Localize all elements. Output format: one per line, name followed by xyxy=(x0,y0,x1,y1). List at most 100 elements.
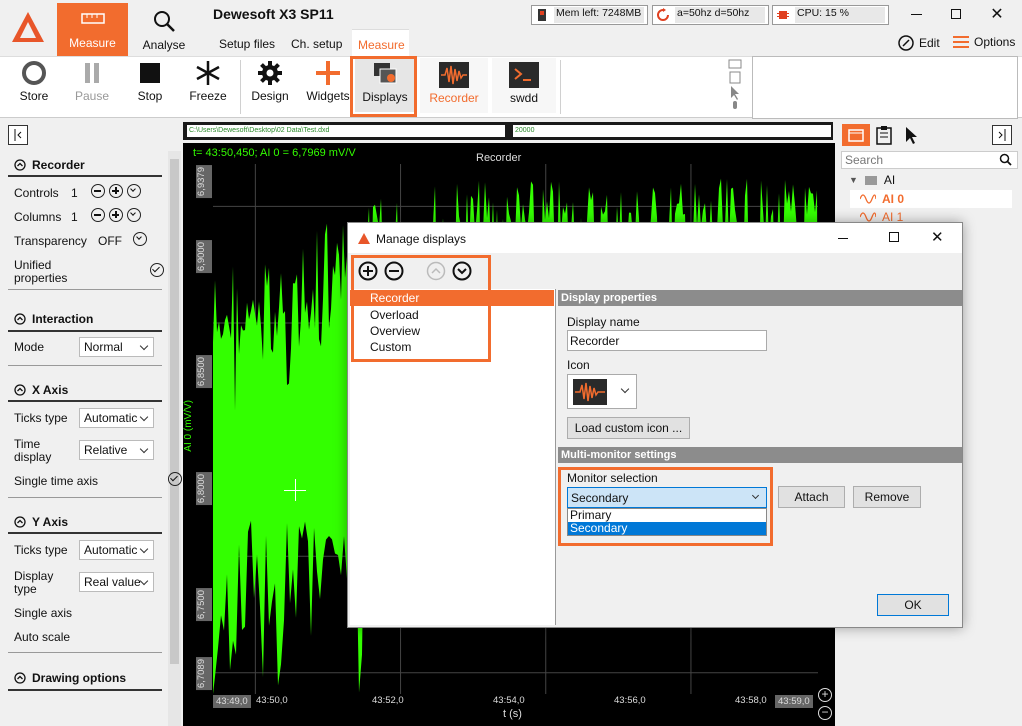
freeze-button[interactable]: Freeze xyxy=(184,60,232,103)
chart-x-label: t (s) xyxy=(503,708,522,720)
time-display-label-line2: display xyxy=(14,450,52,464)
ruler-icon xyxy=(80,13,105,24)
icon-label: Icon xyxy=(567,358,590,372)
display-type-select[interactable]: Real value xyxy=(79,572,154,592)
multi-monitor-header: Multi-monitor settings xyxy=(558,447,962,463)
transparency-label: Transparency xyxy=(14,234,87,248)
chevron-down-icon[interactable] xyxy=(127,184,141,198)
pause-button[interactable]: Pause xyxy=(68,60,116,103)
edit-button[interactable]: Edit xyxy=(898,35,940,51)
display-name-input[interactable]: Recorder xyxy=(567,330,767,351)
recorder-section-header[interactable]: Recorder xyxy=(14,158,85,172)
recorder-display-label: Recorder xyxy=(429,91,479,105)
transparency-dropdown-icon[interactable] xyxy=(133,232,147,246)
zoom-out-button[interactable]: − xyxy=(818,706,832,720)
plus-icon[interactable] xyxy=(109,184,123,198)
y-tick-label: 6,9379 xyxy=(196,165,212,199)
chevron-up-circle-icon xyxy=(14,159,26,171)
options-button[interactable]: Options xyxy=(953,35,1015,49)
attach-button[interactable]: Attach xyxy=(778,486,845,508)
freeze-label: Freeze xyxy=(189,89,227,103)
dialog-maximize-button[interactable] xyxy=(889,232,899,242)
cpu-status: CPU: 15 % xyxy=(772,5,889,25)
y-ticks-type-select[interactable]: Automatic xyxy=(79,540,154,560)
cursor-arrow-icon xyxy=(906,127,917,144)
group-folder-icon xyxy=(864,176,877,185)
panel-collapse-icon xyxy=(998,129,1006,141)
side-tool-icons xyxy=(727,58,743,114)
tab-setup-files[interactable]: Setup files xyxy=(219,37,275,51)
controls-stepper[interactable] xyxy=(91,184,141,198)
collapse-left-button[interactable] xyxy=(8,125,28,145)
input-tools-icon xyxy=(728,59,742,109)
y-tick-label: 6,8500 xyxy=(196,355,212,389)
ticks-type-select[interactable]: Automatic xyxy=(79,408,154,428)
xaxis-section-line xyxy=(8,400,162,402)
chevron-down-icon xyxy=(620,384,630,394)
dialog-minimize-button[interactable] xyxy=(838,238,848,239)
pointer-tab[interactable] xyxy=(900,124,922,146)
tab-measure[interactable]: Measure xyxy=(352,29,409,56)
dialog-titlebar[interactable]: Manage displays ✕ xyxy=(348,223,962,253)
icon-select[interactable] xyxy=(567,374,637,409)
stop-label: Stop xyxy=(137,89,163,103)
remove-button[interactable]: Remove xyxy=(853,486,921,508)
controls-label: Controls xyxy=(14,186,59,200)
xaxis-section-header[interactable]: X Axis xyxy=(14,383,68,397)
zoom-in-button[interactable]: + xyxy=(818,688,832,702)
y-tick-label: 6,8000 xyxy=(196,472,212,506)
clipboard-tab[interactable] xyxy=(872,124,896,146)
mode-select[interactable]: Normal xyxy=(79,337,154,357)
magnifier-icon xyxy=(154,11,175,32)
left-scrollbar[interactable] xyxy=(168,151,181,726)
load-custom-icon-button[interactable]: Load custom icon ... xyxy=(567,417,690,439)
close-button[interactable]: ✕ xyxy=(985,4,1009,24)
recorder-display-button[interactable]: Recorder xyxy=(420,58,488,113)
minus-icon[interactable] xyxy=(91,208,105,222)
rate-label: a=50hz d=50hz xyxy=(675,7,765,23)
chevron-up-circle-icon xyxy=(14,516,26,528)
gear-icon xyxy=(258,61,282,85)
ok-button[interactable]: OK xyxy=(877,594,949,616)
sample-count-field[interactable]: 20000 xyxy=(513,125,831,137)
channel-group-ai[interactable]: ▼ AI xyxy=(849,173,895,187)
measure-mode-button[interactable]: Measure xyxy=(57,3,128,56)
plus-icon[interactable] xyxy=(109,208,123,222)
interaction-section-header[interactable]: Interaction xyxy=(14,312,93,326)
x-tick-label: 43:56,0 xyxy=(614,695,646,706)
channel-item-ai0[interactable]: AI 0 xyxy=(850,190,1012,208)
stop-icon xyxy=(140,63,160,83)
hamburger-icon xyxy=(953,36,969,48)
file-path-field[interactable]: C:\Users\Dewesoft\Desktop\02 Data\Test.d… xyxy=(187,125,505,137)
stop-button[interactable]: Stop xyxy=(126,60,174,103)
channel-search-input[interactable]: Search xyxy=(841,151,1018,169)
notes-box[interactable] xyxy=(752,56,1018,119)
widgets-button[interactable]: Widgets xyxy=(304,60,352,103)
maximize-button[interactable] xyxy=(945,4,969,24)
swdd-display-button[interactable]: swdd xyxy=(492,58,556,113)
mode-label: Mode xyxy=(14,340,45,354)
yaxis-section-title: Y Axis xyxy=(32,515,69,529)
minus-icon[interactable] xyxy=(91,184,105,198)
dewesoft-logo-icon xyxy=(12,12,44,42)
left-scrollbar-thumb[interactable] xyxy=(170,159,179,664)
edit-label: Edit xyxy=(919,36,940,50)
channels-tab[interactable] xyxy=(842,124,870,146)
collapse-right-button[interactable] xyxy=(992,125,1012,145)
dialog-close-button[interactable]: ✕ xyxy=(931,228,944,246)
tab-ch-setup[interactable]: Ch. setup xyxy=(291,37,342,51)
tab-measure-label: Measure xyxy=(358,38,405,52)
yaxis-section-header[interactable]: Y Axis xyxy=(14,515,68,529)
time-display-select[interactable]: Relative xyxy=(79,440,154,460)
columns-stepper[interactable] xyxy=(91,208,141,222)
refresh-icon xyxy=(657,8,669,21)
interaction-section-line xyxy=(8,330,162,332)
store-button[interactable]: Store xyxy=(10,60,58,103)
design-button[interactable]: Design xyxy=(246,60,294,103)
minimize-button[interactable] xyxy=(905,4,929,24)
yaxis-section-line xyxy=(8,532,162,534)
single-time-axis-check-icon[interactable] xyxy=(167,472,182,486)
chevron-down-icon[interactable] xyxy=(127,208,141,222)
analyse-mode-button[interactable]: Analyse xyxy=(132,3,196,56)
drawing-options-section-header[interactable]: Drawing options xyxy=(14,671,126,685)
